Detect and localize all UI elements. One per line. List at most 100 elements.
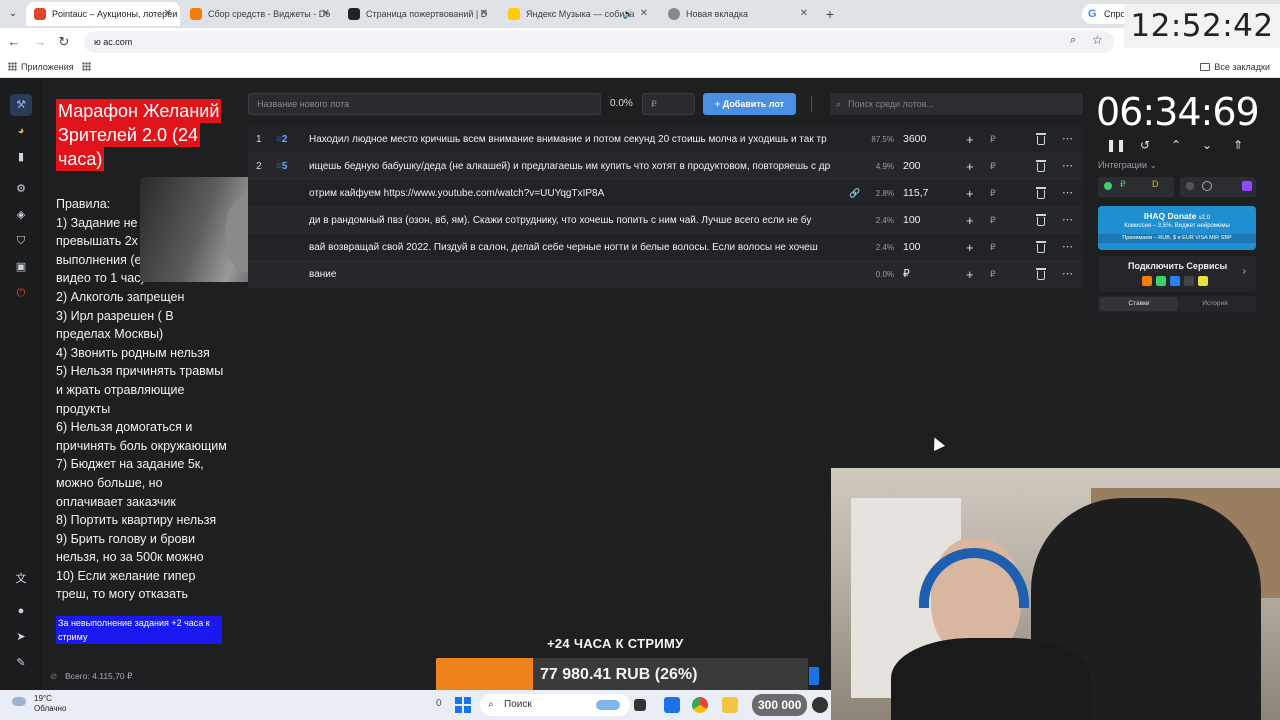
logout-icon[interactable]: ⏻	[10, 282, 32, 304]
gear-icon[interactable]: ⚙	[10, 178, 32, 200]
close-icon[interactable]: ✕	[480, 2, 488, 26]
lot-search-input[interactable]: ⌕ Поиск среди лотов...	[830, 93, 1083, 115]
tab-list-icon[interactable]: ⌄	[4, 5, 22, 23]
ruble-input-icon[interactable]: ₽	[990, 153, 996, 180]
integrations-dropdown[interactable]: Интеграции ⌄	[1098, 160, 1157, 171]
zoom-icon[interactable]: ⌕	[1070, 34, 1076, 47]
stats-icon[interactable]: ▮	[10, 146, 32, 168]
github-icon[interactable]: ●	[10, 600, 32, 622]
bookmark-star-icon[interactable]: ☆	[1092, 33, 1103, 47]
lot-name[interactable]: ди в рандомный пвз (озон, вб, ям). Скажи…	[309, 207, 862, 234]
ruble-input-icon[interactable]: ₽	[990, 261, 996, 288]
pause-icon[interactable]: ❚❚	[1106, 136, 1126, 154]
support-icon[interactable]: ✎	[10, 652, 32, 674]
store-icon[interactable]	[664, 697, 680, 713]
add-amount-icon[interactable]: +	[966, 153, 974, 180]
integration-group-donation[interactable]: ₽ D	[1098, 177, 1174, 197]
close-icon[interactable]: ✕	[164, 2, 172, 26]
trash-icon[interactable]	[1036, 241, 1046, 253]
layers-icon[interactable]: ◈	[10, 204, 32, 226]
reload-icon[interactable]: ↻	[56, 34, 72, 50]
new-lot-amount-input[interactable]: ₽	[642, 93, 695, 115]
translate-icon[interactable]: 文	[10, 568, 32, 590]
ruble-input-icon[interactable]: ₽	[990, 126, 996, 153]
more-options-icon[interactable]: ⋯	[1062, 234, 1074, 261]
ruble-input-icon[interactable]: ₽	[990, 207, 996, 234]
more-options-icon[interactable]: ⋯	[1062, 207, 1074, 234]
trash-icon[interactable]	[1036, 187, 1046, 199]
add-amount-icon[interactable]: +	[966, 261, 974, 288]
chevron-up-icon[interactable]: ⌃	[1167, 136, 1185, 154]
task-view-icon[interactable]	[634, 699, 646, 711]
close-icon[interactable]: ✕	[322, 2, 330, 26]
lot-name[interactable]: Находил людное место кричишь всем вниман…	[309, 126, 862, 153]
lot-name[interactable]: вай возвращай свой 2022. Пиздуй в салон,…	[309, 234, 862, 261]
reset-icon[interactable]: ↺	[1136, 136, 1154, 154]
new-lot-name-input[interactable]: Название нового лота	[248, 93, 601, 115]
auction-hammer-icon[interactable]: ⚒	[10, 94, 32, 116]
add-amount-icon[interactable]: +	[966, 234, 974, 261]
obs-icon[interactable]	[812, 697, 828, 713]
tab-history[interactable]: История	[1176, 297, 1254, 311]
lot-amount[interactable]: 115,7	[903, 180, 929, 207]
link-icon[interactable]: 🔗	[849, 180, 860, 207]
address-bar[interactable]: ю ас.com	[84, 31, 1114, 53]
add-amount-icon[interactable]: +	[966, 180, 974, 207]
lot-amount[interactable]: 100	[903, 234, 921, 261]
lot-row[interactable]: 2 ≡5 ищешь бедную бабушку/деда (не алкашей…	[248, 153, 1083, 180]
lot-amount[interactable]: 100	[903, 207, 921, 234]
lot-amount[interactable]: 3600	[903, 126, 926, 153]
double-chevron-up-icon[interactable]: ⇑	[1229, 136, 1247, 154]
lot-amount[interactable]: ₽	[903, 261, 910, 288]
more-options-icon[interactable]: ⋯	[1062, 126, 1074, 153]
lot-name[interactable]: ищешь бедную бабушку/деда (не алкашей) и…	[309, 153, 862, 180]
new-tab-button[interactable]: +	[822, 4, 838, 24]
chevron-down-icon[interactable]: ⌄	[1198, 136, 1216, 154]
lot-row[interactable]: отрим кайфуем https://www.youtube.com/wa…	[248, 180, 1083, 207]
tab-donation-widgets[interactable]: Сбор средств - Виджеты - Do ✕	[182, 2, 338, 26]
speaker-icon[interactable]: 🔊	[623, 2, 634, 26]
lot-amount[interactable]: 200	[903, 153, 921, 180]
tab-new-tab[interactable]: Новая вкладка ✕	[660, 2, 816, 26]
trash-icon[interactable]	[1036, 160, 1046, 172]
ruble-input-icon[interactable]: ₽	[990, 234, 996, 261]
all-bookmarks[interactable]: Все закладки	[1200, 60, 1270, 74]
trash-icon[interactable]	[1036, 268, 1046, 280]
add-lot-button[interactable]: + Добавить лот	[703, 93, 796, 115]
more-options-icon[interactable]: ⋯	[1062, 153, 1074, 180]
close-icon[interactable]: ✕	[800, 2, 808, 26]
trash-icon[interactable]	[1036, 133, 1046, 145]
tab-bets[interactable]: Ставки	[1100, 297, 1178, 311]
chrome-icon[interactable]	[692, 697, 708, 713]
ihaq-donate-banner[interactable]: IHAQ Donate v2.0 Комиссия – 3,5%. Виджет…	[1098, 206, 1256, 250]
tab-donation-page[interactable]: Страница пожертвований | D ✕	[340, 2, 496, 26]
trash-icon[interactable]	[1036, 214, 1046, 226]
add-amount-icon[interactable]: +	[966, 126, 974, 153]
forward-arrow-icon[interactable]: →	[32, 34, 48, 50]
shield-icon[interactable]: ⛉	[10, 230, 32, 252]
more-options-icon[interactable]: ⋯	[1062, 180, 1074, 207]
tab-pointauc[interactable]: Pointauc – Аукционы, лотереи ✕	[26, 2, 180, 26]
lot-row[interactable]: ди в рандомный пвз (озон, вб, ям). Скажи…	[248, 207, 1083, 234]
windows-start-icon[interactable]	[455, 697, 471, 713]
lot-name[interactable]: отрим кайфуем https://www.youtube.com/wa…	[309, 180, 862, 207]
library-icon[interactable]: ▣	[10, 256, 32, 278]
tab-yandex-music[interactable]: Яндекс Музыка — собира 🔊 ✕	[500, 2, 656, 26]
connect-services[interactable]: Подключить Сервисы ›	[1098, 256, 1256, 292]
tab-groups-icon[interactable]	[82, 60, 95, 74]
bookmark-apps[interactable]: Приложения	[8, 60, 74, 74]
lot-row[interactable]: вай возвращай свой 2022. Пиздуй в салон,…	[248, 234, 1083, 261]
lot-row[interactable]: вание 0.0% ₽ + ₽ ⋯	[248, 261, 1083, 288]
ruble-input-icon[interactable]: ₽	[990, 180, 996, 207]
wheel-icon[interactable]: ◕	[10, 120, 32, 142]
telegram-icon[interactable]: ➤	[10, 626, 32, 648]
folder-icon[interactable]	[722, 697, 738, 713]
lot-name[interactable]: вание	[309, 261, 862, 288]
airplane-icon[interactable]	[596, 700, 620, 710]
back-arrow-icon[interactable]: ←	[6, 34, 22, 50]
add-amount-icon[interactable]: +	[966, 207, 974, 234]
more-options-icon[interactable]: ⋯	[1062, 261, 1074, 288]
lot-row[interactable]: 1 ≡2 Находил людное место кричишь всем вни…	[248, 126, 1083, 153]
eye-off-icon[interactable]: ⊘	[50, 671, 57, 682]
integration-group-twitch[interactable]	[1180, 177, 1256, 197]
